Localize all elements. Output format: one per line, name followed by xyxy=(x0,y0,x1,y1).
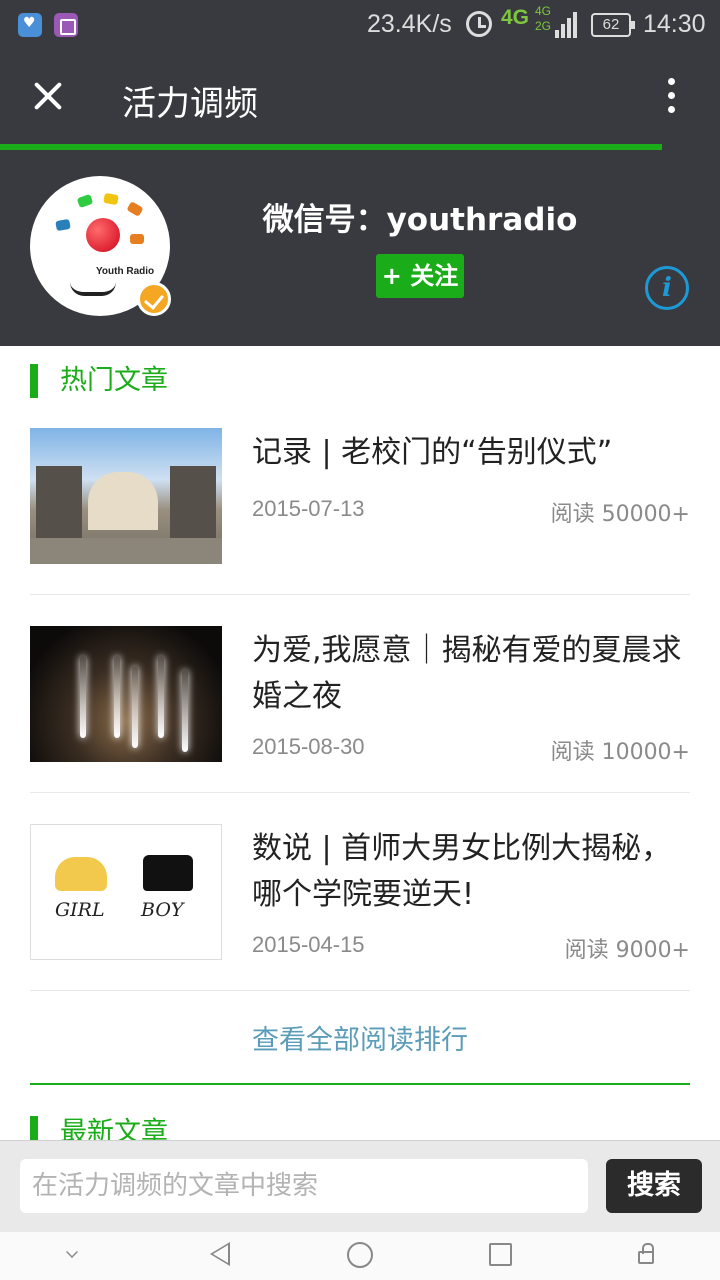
article-thumbnail: GIRL BOY xyxy=(30,824,222,960)
thumbnail-boy-label: BOY xyxy=(141,899,184,921)
home-icon[interactable] xyxy=(347,1242,373,1268)
latest-articles-heading: 最新文章 xyxy=(30,1116,168,1140)
app-notification-heart-icon xyxy=(18,13,42,37)
article-read-count: 阅读 10000+ xyxy=(550,740,690,765)
search-input[interactable] xyxy=(20,1159,588,1213)
article-item[interactable]: 为爱,我愿意｜揭秘有爱的夏晨求婚之夜 2015-08-30 阅读 10000+ xyxy=(30,626,690,765)
article-title: 为爱,我愿意｜揭秘有爱的夏晨求婚之夜 xyxy=(252,633,682,714)
network-type: 4G xyxy=(501,6,530,29)
back-icon[interactable] xyxy=(210,1242,230,1266)
system-nav-bar xyxy=(0,1232,720,1280)
more-vertical-icon[interactable] xyxy=(655,74,689,118)
clock: 14:30 xyxy=(643,10,706,38)
article-date: 2015-04-15 xyxy=(252,932,365,957)
info-icon[interactable]: i xyxy=(645,266,689,310)
collapse-chevron-icon[interactable] xyxy=(66,1246,78,1258)
hot-articles-heading: 热门文章 xyxy=(30,364,168,398)
close-icon[interactable] xyxy=(26,74,70,118)
network-speed: 23.4K/s xyxy=(367,10,452,38)
status-bar: 23.4K/s 4G 4G2G 62 14:30 xyxy=(0,0,720,50)
lock-icon[interactable] xyxy=(638,1243,654,1264)
follow-button[interactable]: + 关注 xyxy=(376,254,464,298)
article-read-count: 阅读 9000+ xyxy=(564,938,690,963)
wechat-id: 微信号：youthradio xyxy=(262,202,578,238)
section-separator xyxy=(30,1083,690,1085)
alarm-icon xyxy=(466,11,492,37)
article-item[interactable]: 记录 | 老校门的“告别仪式” 2015-07-13 阅读 50000+ xyxy=(30,428,690,564)
network-type-top: 4G xyxy=(535,4,552,18)
battery-icon: 62 xyxy=(591,13,635,37)
network-type-dual: 4G 2G xyxy=(535,4,551,34)
title-bar: 活力调频 xyxy=(0,50,720,144)
search-button[interactable]: 搜索 xyxy=(606,1159,702,1213)
logo-text: Youth Radio xyxy=(96,266,155,277)
article-title: 数说 | 首师大男女比例大揭秘，哪个学院要逆天! xyxy=(252,831,672,912)
logo-wave xyxy=(70,282,116,296)
divider xyxy=(30,594,690,595)
recent-apps-icon[interactable] xyxy=(489,1243,512,1266)
page-title: 活力调频 xyxy=(122,84,258,124)
article-read-count: 阅读 50000+ xyxy=(550,502,690,527)
article-list-panel: 热门文章 记录 | 老校门的“告别仪式” 2015-07-13 阅读 50000… xyxy=(0,346,720,1140)
article-item[interactable]: GIRL BOY 数说 | 首师大男女比例大揭秘，哪个学院要逆天! 2015-0… xyxy=(30,824,690,963)
view-all-rankings-link[interactable]: 查看全部阅读排行 xyxy=(0,1018,720,1057)
app-notification-gallery-icon xyxy=(54,13,78,37)
search-bar: 搜索 xyxy=(0,1140,720,1232)
divider xyxy=(30,792,690,793)
article-date: 2015-07-13 xyxy=(252,496,365,521)
article-date: 2015-08-30 xyxy=(252,734,365,759)
account-header: Youth Radio 微信号：youthradio + 关注 i xyxy=(0,150,720,346)
article-thumbnail xyxy=(30,428,222,564)
verified-badge-icon xyxy=(137,282,171,316)
article-thumbnail xyxy=(30,626,222,762)
network-type-bottom: 2G xyxy=(535,19,552,33)
signal-icon xyxy=(555,10,577,38)
article-title: 记录 | 老校门的“告别仪式” xyxy=(252,435,613,470)
thumbnail-girl-label: GIRL xyxy=(55,899,105,921)
divider xyxy=(30,990,690,991)
